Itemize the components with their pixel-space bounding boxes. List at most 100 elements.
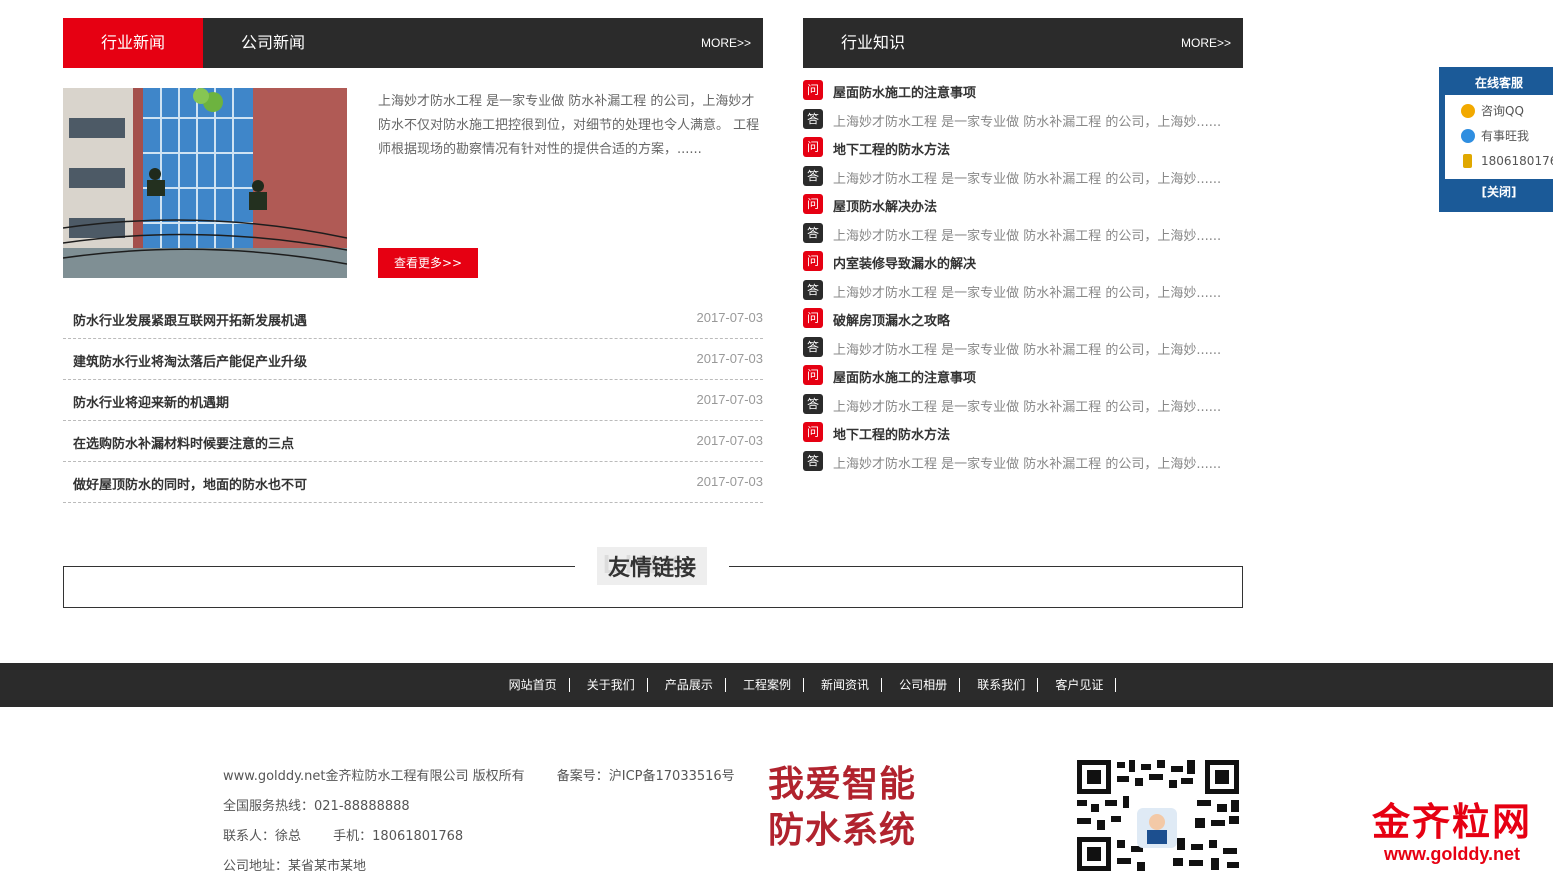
knowledge-title: 行业知识 bbox=[841, 33, 906, 52]
qq-icon bbox=[1461, 104, 1475, 118]
news-title[interactable]: 防水行业发展紧跟互联网开拓新发展机遇 bbox=[73, 310, 307, 329]
news-list-item[interactable]: 做好屋顶防水的同时，地面的防水也不可 2017-07-03 bbox=[63, 462, 763, 503]
news-title[interactable]: 防水行业将迎来新的机遇期 bbox=[73, 392, 229, 411]
qrcode-image bbox=[1077, 760, 1239, 871]
news-date: 2017-07-03 bbox=[696, 474, 764, 489]
service-wangwang[interactable]: 有事旺我 bbox=[1445, 124, 1553, 149]
question-icon: 问 bbox=[803, 251, 823, 271]
knowledge-more-link[interactable]: MORE>> bbox=[1181, 18, 1231, 68]
tab-company-news[interactable]: 公司新闻 bbox=[203, 18, 343, 68]
footer-nav-contact[interactable]: 联系我们 bbox=[965, 678, 1039, 692]
news-title[interactable]: 做好屋顶防水的同时，地面的防水也不可 bbox=[73, 474, 307, 493]
news-date: 2017-07-03 bbox=[696, 392, 764, 407]
footer-nav-list: 网站首页 关于我们 产品展示 工程案例 新闻资讯 公司相册 联系我们 客户见证 bbox=[497, 663, 1117, 693]
news-date: 2017-07-03 bbox=[696, 433, 764, 448]
answer-text: 上海妙才防水工程 是一家专业做 防水补漏工程 的公司，上海妙...... bbox=[833, 456, 1222, 472]
question-link[interactable]: 内室装修导致漏水的解决 bbox=[833, 253, 1243, 272]
slogan-line-2: 防水系统 bbox=[768, 810, 917, 851]
question-icon: 问 bbox=[803, 194, 823, 214]
featured-news: 上海妙才防水工程 是一家专业做 防水补漏工程 的公司，上海妙才防水不仅对防水施工… bbox=[63, 88, 763, 298]
service-qq-label: 咨询QQ bbox=[1481, 104, 1524, 118]
online-service-widget: 在线客服 咨询QQ 有事旺我 18061801768 [关闭] bbox=[1439, 67, 1553, 212]
news-list-item[interactable]: 在选购防水补漏材料时候要注意的三点 2017-07-03 bbox=[63, 421, 763, 462]
slogan-line-1: 我爱智能 bbox=[768, 764, 917, 805]
answer-text: 上海妙才防水工程 是一家专业做 防水补漏工程 的公司，上海妙...... bbox=[833, 171, 1222, 187]
answer-text: 上海妙才防水工程 是一家专业做 防水补漏工程 的公司，上海妙...... bbox=[833, 399, 1222, 415]
featured-news-summary: 上海妙才防水工程 是一家专业做 防水补漏工程 的公司，上海妙才防水不仅对防水施工… bbox=[378, 94, 760, 157]
news-title[interactable]: 建筑防水行业将淘汰落后产能促产业升级 bbox=[73, 351, 307, 370]
question-link[interactable]: 破解房顶漏水之攻略 bbox=[833, 310, 1243, 329]
qa-scroll-list: 问屋面防水施工的注意事项 答上海妙才防水工程 是一家专业做 防水补漏工程 的公司… bbox=[803, 76, 1243, 496]
question-link[interactable]: 地下工程的防水方法 bbox=[833, 139, 1243, 158]
answer-icon: 答 bbox=[803, 108, 823, 129]
phone-icon bbox=[1463, 154, 1472, 168]
news-list: 防水行业发展紧跟互联网开拓新发展机遇 2017-07-03 建筑防水行业将淘汰落… bbox=[63, 298, 763, 503]
footer-nav-news[interactable]: 新闻资讯 bbox=[809, 678, 883, 692]
answer-text: 上海妙才防水工程 是一家专业做 防水补漏工程 的公司，上海妙...... bbox=[833, 342, 1222, 358]
question-link[interactable]: 屋面防水施工的注意事项 bbox=[833, 82, 1243, 101]
building-photo-illustration bbox=[63, 88, 347, 278]
knowledge-panel: 行业知识 MORE>> 问屋面防水施工的注意事项 答上海妙才防水工程 是一家专业… bbox=[803, 18, 1243, 496]
news-list-item[interactable]: 防水行业将迎来新的机遇期 2017-07-03 bbox=[63, 380, 763, 421]
news-title[interactable]: 在选购防水补漏材料时候要注意的三点 bbox=[73, 433, 294, 452]
news-list-item[interactable]: 防水行业发展紧跟互联网开拓新发展机遇 2017-07-03 bbox=[63, 298, 763, 339]
slogan-graphic: 我爱智能 防水系统 bbox=[768, 762, 938, 854]
footer-nav-home[interactable]: 网站首页 bbox=[497, 678, 570, 692]
answer-icon: 答 bbox=[803, 336, 823, 357]
answer-text: 上海妙才防水工程 是一家专业做 防水补漏工程 的公司，上海妙...... bbox=[833, 228, 1222, 244]
brand-name: 金齐粒网 bbox=[1371, 800, 1532, 844]
footer-icp[interactable]: 备案号：沪ICP备17033516号 bbox=[557, 769, 735, 784]
footer-nav-album[interactable]: 公司相册 bbox=[887, 678, 961, 692]
news-list-item[interactable]: 建筑防水行业将淘汰落后产能促产业升级 2017-07-03 bbox=[63, 339, 763, 380]
question-link[interactable]: 屋顶防水解决办法 bbox=[833, 196, 1243, 215]
qrcode-icon bbox=[1077, 760, 1239, 871]
footer-nav-testimonials[interactable]: 客户见证 bbox=[1043, 678, 1117, 692]
question-icon: 问 bbox=[803, 365, 823, 385]
answer-icon: 答 bbox=[803, 222, 823, 243]
question-icon: 问 bbox=[803, 308, 823, 328]
question-link[interactable]: 屋面防水施工的注意事项 bbox=[833, 367, 1243, 386]
answer-icon: 答 bbox=[803, 165, 823, 186]
tab-industry-news[interactable]: 行业新闻 bbox=[63, 18, 203, 68]
featured-news-image[interactable] bbox=[63, 88, 347, 278]
footer-contact-row: 联系人：徐总 手机：18061801768 bbox=[223, 822, 763, 852]
footer-info: www.golddy.net金齐粒防水工程有限公司 版权所有 备案号：沪ICP备… bbox=[223, 762, 763, 871]
service-body: 咨询QQ 有事旺我 18061801768 bbox=[1445, 95, 1553, 179]
answer-icon: 答 bbox=[803, 279, 823, 300]
answer-text: 上海妙才防水工程 是一家专业做 防水补漏工程 的公司，上海妙...... bbox=[833, 114, 1222, 130]
footer-address: 公司地址：某省某市某地 bbox=[223, 859, 367, 871]
footer-nav-products[interactable]: 产品展示 bbox=[653, 678, 726, 692]
question-icon: 问 bbox=[803, 422, 823, 442]
wangwang-icon bbox=[1461, 129, 1475, 143]
brand-url: www.golddy.net bbox=[1384, 844, 1520, 864]
footer-hotline: 全国服务热线：021-88888888 bbox=[223, 799, 410, 814]
footer-nav-about[interactable]: 关于我们 bbox=[575, 678, 648, 692]
question-icon: 问 bbox=[803, 137, 823, 157]
knowledge-header: 行业知识 MORE>> bbox=[803, 18, 1243, 68]
answer-icon: 答 bbox=[803, 450, 823, 471]
footer-copyright: www.golddy.net金齐粒防水工程有限公司 版权所有 bbox=[223, 769, 525, 784]
footer-nav: 网站首页 关于我们 产品展示 工程案例 新闻资讯 公司相册 联系我们 客户见证 bbox=[0, 663, 1553, 707]
service-close-button[interactable]: [关闭] bbox=[1445, 179, 1553, 205]
news-tabbar: 行业新闻 公司新闻 MORE>> bbox=[63, 18, 763, 68]
news-date: 2017-07-03 bbox=[696, 351, 764, 366]
question-icon: 问 bbox=[803, 80, 823, 100]
footer-contact: 联系人：徐总 bbox=[223, 829, 302, 844]
news-more-link[interactable]: MORE>> bbox=[701, 18, 751, 68]
answer-text: 上海妙才防水工程 是一家专业做 防水补漏工程 的公司，上海妙...... bbox=[833, 285, 1222, 301]
footer-copyright-row: www.golddy.net金齐粒防水工程有限公司 版权所有 备案号：沪ICP备… bbox=[223, 762, 763, 792]
service-phone-label: 18061801768 bbox=[1481, 154, 1553, 168]
news-date: 2017-07-03 bbox=[696, 310, 764, 325]
news-panel: 行业新闻 公司新闻 MORE>> 上海妙才防水工程 是一家专业做 防水补漏工程 … bbox=[63, 18, 763, 503]
footer-nav-cases[interactable]: 工程案例 bbox=[731, 678, 804, 692]
view-more-button[interactable]: 查看更多>> bbox=[378, 248, 478, 278]
service-wangwang-label: 有事旺我 bbox=[1481, 129, 1530, 143]
service-title: 在线客服 bbox=[1474, 76, 1523, 90]
answer-icon: 答 bbox=[803, 393, 823, 414]
brand-watermark: 金齐粒网 www.golddy.net bbox=[1362, 800, 1542, 864]
footer-mobile: 手机：18061801768 bbox=[333, 829, 464, 844]
service-qq[interactable]: 咨询QQ bbox=[1445, 99, 1553, 124]
question-link[interactable]: 地下工程的防水方法 bbox=[833, 424, 1243, 443]
friendly-links-heading: 友情链接 bbox=[607, 556, 696, 581]
service-phone[interactable]: 18061801768 bbox=[1445, 149, 1553, 174]
